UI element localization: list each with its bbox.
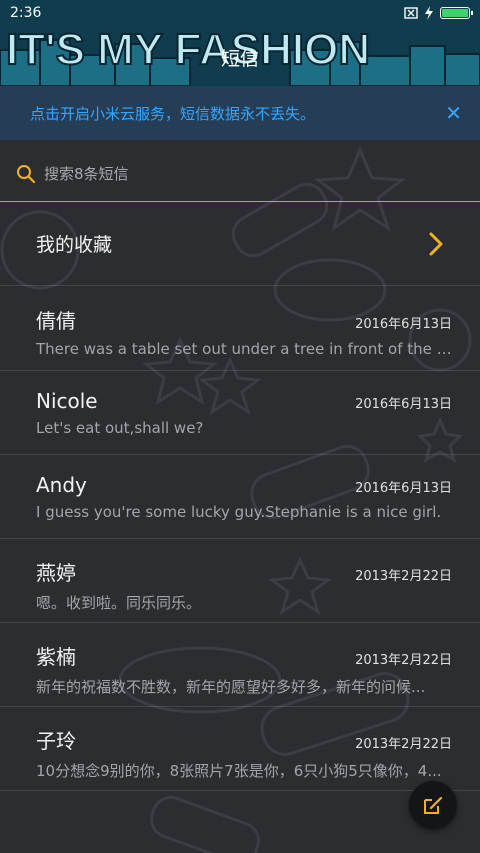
conversation-row[interactable]: 倩倩 2016年6月13日 There was a table set out … bbox=[0, 287, 480, 371]
conversation-list: 倩倩 2016年6月13日 There was a table set out … bbox=[0, 287, 480, 791]
contact-name: 子玲 bbox=[36, 729, 76, 753]
contact-name: Nicole bbox=[36, 389, 98, 413]
contact-name: Andy bbox=[36, 473, 87, 497]
message-preview: 新年的祝福数不胜数，新年的愿望好多好多，新年的问候... bbox=[36, 678, 426, 696]
battery-icon bbox=[440, 7, 473, 19]
message-date: 2016年6月13日 bbox=[355, 481, 452, 496]
banner-text[interactable]: 点击开启小米云服务，短信数据永不丢失。 bbox=[30, 103, 445, 124]
conversation-row[interactable]: Andy 2016年6月13日 I guess you're some luck… bbox=[0, 455, 480, 539]
message-date: 2016年6月13日 bbox=[355, 397, 452, 412]
chevron-right-icon bbox=[429, 232, 443, 255]
message-date: 2013年2月22日 bbox=[355, 569, 452, 584]
contact-name: 燕婷 bbox=[36, 561, 76, 585]
conversation-row[interactable]: Nicole 2016年6月13日 Let's eat out,shall we… bbox=[0, 371, 480, 455]
message-date: 2016年6月13日 bbox=[355, 317, 452, 332]
message-preview: Let's eat out,shall we? bbox=[36, 419, 204, 437]
search-input[interactable]: 搜索8条短信 bbox=[44, 163, 129, 184]
cloud-service-banner[interactable]: 点击开启小米云服务，短信数据永不丢失。 ✕ bbox=[0, 86, 480, 140]
notification-icon bbox=[404, 7, 418, 19]
contact-name: 紫楠 bbox=[36, 645, 76, 669]
favorites-row[interactable]: 我的收藏 bbox=[0, 202, 480, 286]
contact-name: 倩倩 bbox=[36, 309, 76, 333]
search-icon bbox=[17, 164, 36, 183]
message-date: 2013年2月22日 bbox=[355, 653, 452, 668]
message-date: 2013年2月22日 bbox=[355, 737, 452, 752]
message-preview: 嗯。收到啦。同乐同乐。 bbox=[36, 594, 202, 612]
status-time: 2:36 bbox=[10, 5, 42, 21]
search-bar[interactable]: 搜索8条短信 bbox=[0, 146, 480, 202]
charging-icon bbox=[425, 6, 433, 20]
page-title: 短信 bbox=[220, 48, 259, 70]
message-preview: There was a table set out under a tree i… bbox=[36, 340, 452, 358]
conversation-row[interactable]: 紫楠 2013年2月22日 新年的祝福数不胜数，新年的愿望好多好多，新年的问候.… bbox=[0, 623, 480, 707]
message-preview: I guess you're some lucky guy.Stephanie … bbox=[36, 503, 442, 521]
status-bar: 2:36 bbox=[0, 0, 480, 26]
conversation-row[interactable]: 燕婷 2013年2月22日 嗯。收到啦。同乐同乐。 bbox=[0, 539, 480, 623]
compose-icon bbox=[424, 796, 443, 814]
conversation-row[interactable]: 子玲 2013年2月22日 10分想念9别的你，8张照片7张是你，6只小狗5只像… bbox=[0, 707, 480, 791]
favorites-label: 我的收藏 bbox=[36, 234, 113, 256]
compose-button[interactable] bbox=[409, 781, 457, 829]
close-icon[interactable]: ✕ bbox=[445, 101, 462, 125]
message-preview: 10分想念9别的你，8张照片7张是你，6只小狗5只像你，4... bbox=[36, 762, 442, 780]
